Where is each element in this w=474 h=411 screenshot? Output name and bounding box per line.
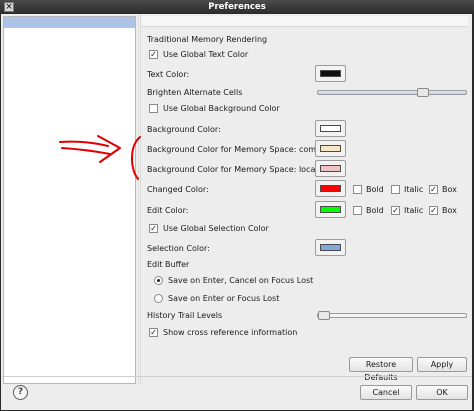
selection-color-label: Selection Color: bbox=[147, 244, 210, 253]
brighten-slider[interactable] bbox=[317, 88, 467, 97]
use-global-selection-checkbox[interactable]: ✓ bbox=[149, 224, 158, 233]
brighten-slider-thumb[interactable] bbox=[417, 88, 430, 97]
changed-bold-label: Bold bbox=[366, 185, 384, 194]
changed-bold-checkbox[interactable] bbox=[353, 185, 362, 194]
preferences-window: Traditional Memory Rendering ✓ Use Globa… bbox=[1, 14, 472, 410]
arrow-shaft-upper bbox=[59, 140, 109, 147]
edit-bold-label: Bold bbox=[366, 206, 384, 215]
edit-italic-checkbox[interactable]: ✓ bbox=[391, 206, 400, 215]
bg-common-button[interactable] bbox=[315, 140, 346, 157]
changed-italic-label: Italic bbox=[404, 185, 424, 194]
ok-button[interactable]: OK bbox=[416, 385, 468, 400]
annotation-strokes bbox=[59, 135, 141, 180]
use-global-text-checkbox[interactable]: ✓ bbox=[149, 50, 158, 59]
window-title: Preferences bbox=[208, 2, 266, 12]
changed-color-swatch bbox=[320, 185, 341, 192]
edit-buffer-option-2-radio[interactable] bbox=[154, 294, 163, 303]
bg-local-swatch bbox=[320, 165, 341, 172]
preference-tree[interactable] bbox=[3, 16, 136, 384]
section-memory-label: Traditional Memory Rendering bbox=[147, 35, 268, 44]
pane-splitter[interactable] bbox=[138, 14, 141, 384]
background-color-label: Background Color: bbox=[147, 125, 221, 134]
selection-color-swatch bbox=[320, 244, 341, 251]
restore-defaults-button[interactable]: Restore Defaults bbox=[349, 357, 413, 382]
edit-buffer-option-1-label: Save on Enter, Cancel on Focus Lost bbox=[168, 276, 314, 285]
edit-bold-checkbox[interactable] bbox=[353, 206, 362, 215]
show-xref-checkbox[interactable]: ✓ bbox=[149, 328, 158, 337]
page-header bbox=[142, 16, 468, 27]
close-icon[interactable]: × bbox=[4, 2, 14, 12]
text-color-label: Text Color: bbox=[147, 70, 190, 79]
arrow-shaft-lower bbox=[61, 147, 111, 155]
use-global-background-label: Use Global Background Color bbox=[163, 104, 280, 113]
edit-buffer-label: Edit Buffer bbox=[147, 260, 190, 269]
text-color-button[interactable] bbox=[315, 65, 346, 82]
brighten-label: Brighten Alternate Cells bbox=[147, 88, 243, 97]
use-global-selection-label: Use Global Selection Color bbox=[163, 224, 269, 233]
bg-local-label: Background Color for Memory Space: local bbox=[147, 165, 318, 174]
changed-box-checkbox[interactable]: ✓ bbox=[429, 185, 438, 194]
history-trail-slider-thumb[interactable] bbox=[318, 311, 330, 320]
edit-color-button[interactable] bbox=[315, 201, 346, 218]
background-color-button[interactable] bbox=[315, 120, 346, 137]
changed-box-label: Box bbox=[442, 185, 457, 194]
edit-box-label: Box bbox=[442, 206, 457, 215]
red-arrow-annotation bbox=[59, 135, 141, 180]
use-global-background-checkbox[interactable] bbox=[149, 104, 158, 113]
edit-buffer-option-2-label: Save on Enter or Focus Lost bbox=[168, 294, 280, 303]
bg-common-swatch bbox=[320, 145, 341, 152]
edit-italic-label: Italic bbox=[404, 206, 424, 215]
use-global-text-label: Use Global Text Color bbox=[163, 50, 249, 59]
apply-button[interactable]: Apply bbox=[417, 357, 467, 372]
history-trail-label: History Trail Levels bbox=[147, 311, 223, 320]
edit-color-swatch bbox=[320, 206, 341, 213]
changed-color-button[interactable] bbox=[315, 180, 346, 197]
changed-italic-checkbox[interactable] bbox=[391, 185, 400, 194]
title-bar: × Preferences bbox=[0, 0, 474, 14]
bg-local-button[interactable] bbox=[315, 160, 346, 177]
bracket bbox=[131, 136, 141, 180]
tree-selected-item[interactable] bbox=[4, 17, 135, 28]
edit-color-label: Edit Color: bbox=[147, 206, 189, 215]
footer-separator bbox=[1, 376, 472, 377]
cancel-button[interactable]: Cancel bbox=[360, 385, 412, 400]
history-trail-slider[interactable] bbox=[317, 311, 467, 320]
edit-box-checkbox[interactable]: ✓ bbox=[429, 206, 438, 215]
selection-color-button[interactable] bbox=[315, 239, 346, 256]
background-color-swatch bbox=[320, 125, 341, 132]
text-color-swatch bbox=[320, 70, 341, 77]
help-icon[interactable]: ? bbox=[13, 385, 28, 400]
arrow-head bbox=[97, 135, 121, 163]
changed-color-label: Changed Color: bbox=[147, 185, 209, 194]
bg-common-label: Background Color for Memory Space: commo… bbox=[147, 145, 334, 154]
edit-buffer-option-1-radio[interactable] bbox=[154, 276, 163, 285]
show-xref-label: Show cross reference information bbox=[163, 328, 298, 337]
